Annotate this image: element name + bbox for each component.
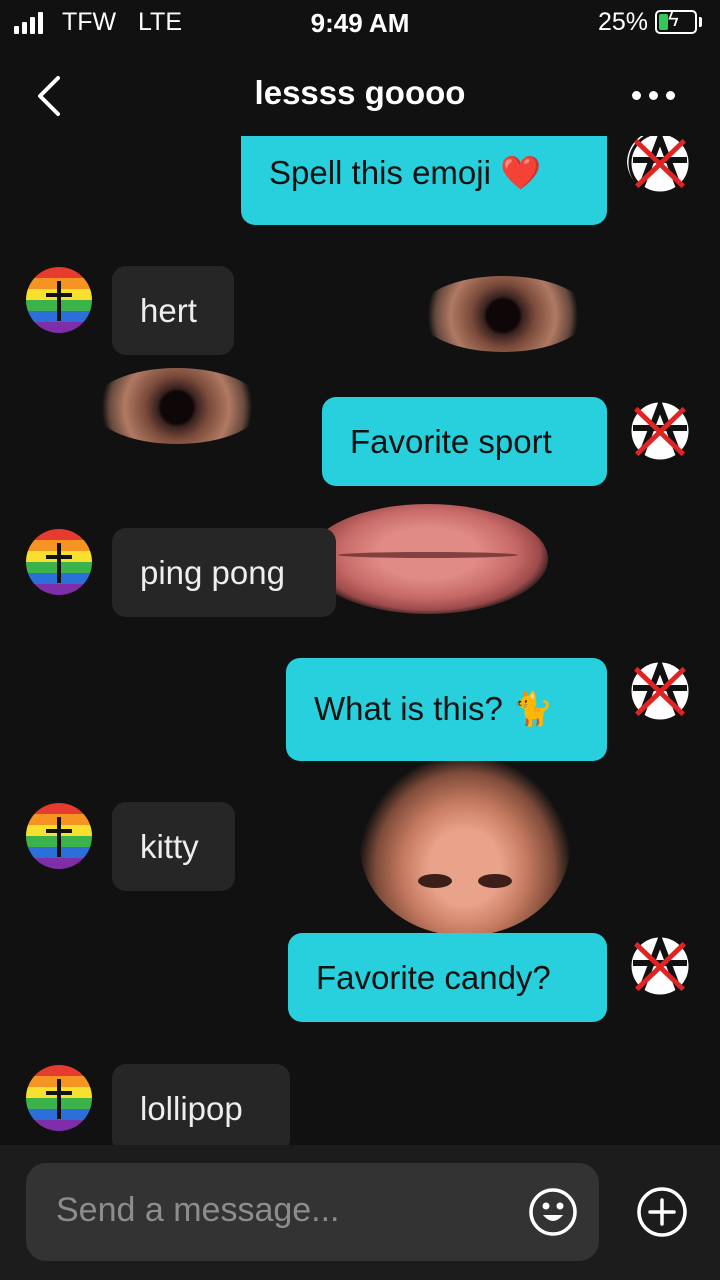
outgoing-message[interactable]: Favorite sport [322, 397, 607, 486]
outgoing-message[interactable]: What is this? 🐈 [286, 658, 607, 761]
chat-header: lessss goooo [0, 56, 720, 136]
emoji-icon [529, 1188, 577, 1236]
incoming-message[interactable]: hert [112, 266, 234, 355]
message-text: hert [140, 291, 197, 329]
incoming-message[interactable]: ping pong [112, 528, 336, 617]
contact-avatar[interactable] [26, 529, 92, 595]
emoji-button[interactable] [528, 1187, 578, 1237]
my-avatar[interactable] [627, 933, 693, 999]
contact-avatar[interactable] [26, 803, 92, 869]
message-text: Favorite candy? [316, 958, 551, 996]
more-dots-icon[interactable] [632, 84, 682, 106]
add-button[interactable] [635, 1185, 689, 1239]
contact-avatar[interactable] [26, 267, 92, 333]
composer-bar: Send a message... [0, 1145, 720, 1280]
lips-image [308, 504, 548, 614]
chat-title: lessss goooo [254, 74, 466, 111]
message-text: Favorite sport [350, 422, 552, 460]
message-text: lollipop [140, 1089, 243, 1127]
anarchy-x-icon [628, 933, 692, 998]
message-text: ping pong [140, 553, 285, 591]
message-text: Spell this emoji ❤️ [269, 154, 542, 191]
outgoing-message[interactable]: Spell this emoji ❤️ [241, 136, 607, 225]
battery-cap [699, 17, 702, 27]
input-placeholder: Send a message... [56, 1191, 340, 1229]
incoming-message[interactable]: lollipop [112, 1064, 290, 1145]
message-list[interactable]: Spell this emoji ❤️ hert Favorite sport … [0, 136, 720, 1145]
eye-image [418, 276, 588, 352]
nose-image [360, 756, 570, 936]
plus-icon [637, 1187, 687, 1237]
my-avatar[interactable] [627, 136, 693, 196]
outgoing-message[interactable]: Favorite candy? [288, 933, 607, 1022]
battery-icon: ϟ [655, 9, 697, 34]
message-input[interactable]: Send a message... [26, 1163, 599, 1261]
my-avatar[interactable] [627, 398, 693, 464]
message-text: kitty [140, 827, 199, 865]
anarchy-x-icon [628, 658, 692, 723]
incoming-message[interactable]: kitty [112, 802, 235, 891]
contact-avatar[interactable] [26, 1065, 92, 1131]
my-avatar[interactable] [627, 658, 693, 724]
anarchy-x-icon [628, 398, 692, 463]
message-text: What is this? 🐈 [314, 690, 554, 727]
eye-image [92, 368, 262, 444]
battery-percent: 25% [597, 8, 648, 36]
anarchy-x-icon [628, 136, 692, 195]
status-bar: TFW LTE 9:49 AM 25% ϟ [0, 0, 720, 48]
